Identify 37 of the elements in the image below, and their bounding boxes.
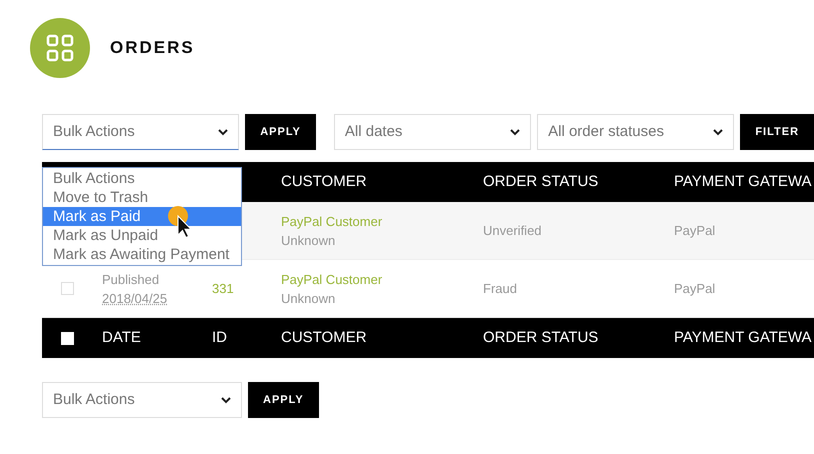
date-text: 2018/04/25 bbox=[102, 290, 168, 308]
column-header: DATE bbox=[102, 328, 142, 348]
chevron-down-icon bbox=[713, 128, 724, 136]
column-header: ORDER STATUS bbox=[483, 172, 600, 192]
status-filter-select[interactable]: All order statuses bbox=[537, 114, 734, 150]
payment-gateway-text: PayPal bbox=[674, 280, 716, 298]
dropdown-option[interactable]: Mark as Paid bbox=[43, 207, 241, 226]
chevron-down-icon bbox=[221, 396, 231, 404]
bulk-actions-select[interactable]: Bulk Actions bbox=[42, 382, 242, 418]
order-status-text: Fraud bbox=[483, 280, 518, 298]
column-header: ID bbox=[212, 328, 228, 348]
dropdown-option[interactable]: Mark as Unpaid bbox=[43, 226, 241, 245]
order-id-link[interactable]: 331 bbox=[212, 280, 234, 296]
column-header: PAYMENT GATEWA bbox=[674, 172, 813, 192]
payment-gateway-text: PayPal bbox=[674, 222, 716, 240]
date-filter-select[interactable]: All dates bbox=[334, 114, 532, 150]
column-header: CUSTOMER bbox=[281, 328, 368, 348]
column-header: CUSTOMER bbox=[281, 172, 368, 192]
apply-button[interactable]: APPLY bbox=[245, 114, 316, 150]
chevron-down-icon bbox=[510, 128, 520, 136]
dropdown-option[interactable]: Move to Trash bbox=[43, 188, 241, 207]
customer-subtext: Unknown bbox=[281, 232, 336, 250]
apply-button[interactable]: APPLY bbox=[248, 382, 319, 418]
filter-button[interactable]: FILTER bbox=[740, 114, 814, 150]
column-header: PAYMENT GATEWA bbox=[674, 328, 813, 348]
bulk-actions-select[interactable]: Bulk Actions bbox=[42, 114, 240, 150]
cursor-icon bbox=[166, 205, 192, 239]
dropdown-option[interactable]: Bulk Actions bbox=[43, 169, 241, 188]
dropdown-option[interactable]: Mark as Awaiting Payment bbox=[43, 245, 241, 264]
checkbox[interactable] bbox=[61, 282, 74, 295]
page-title: ORDERS bbox=[110, 37, 195, 60]
customer-subtext: Unknown bbox=[281, 290, 336, 308]
customer-link[interactable]: PayPal Customer bbox=[281, 270, 382, 288]
chevron-down-icon bbox=[218, 128, 228, 136]
order-status-text: Unverified bbox=[483, 222, 543, 240]
column-header: ORDER STATUS bbox=[483, 328, 600, 348]
date-label: Published bbox=[102, 270, 160, 288]
